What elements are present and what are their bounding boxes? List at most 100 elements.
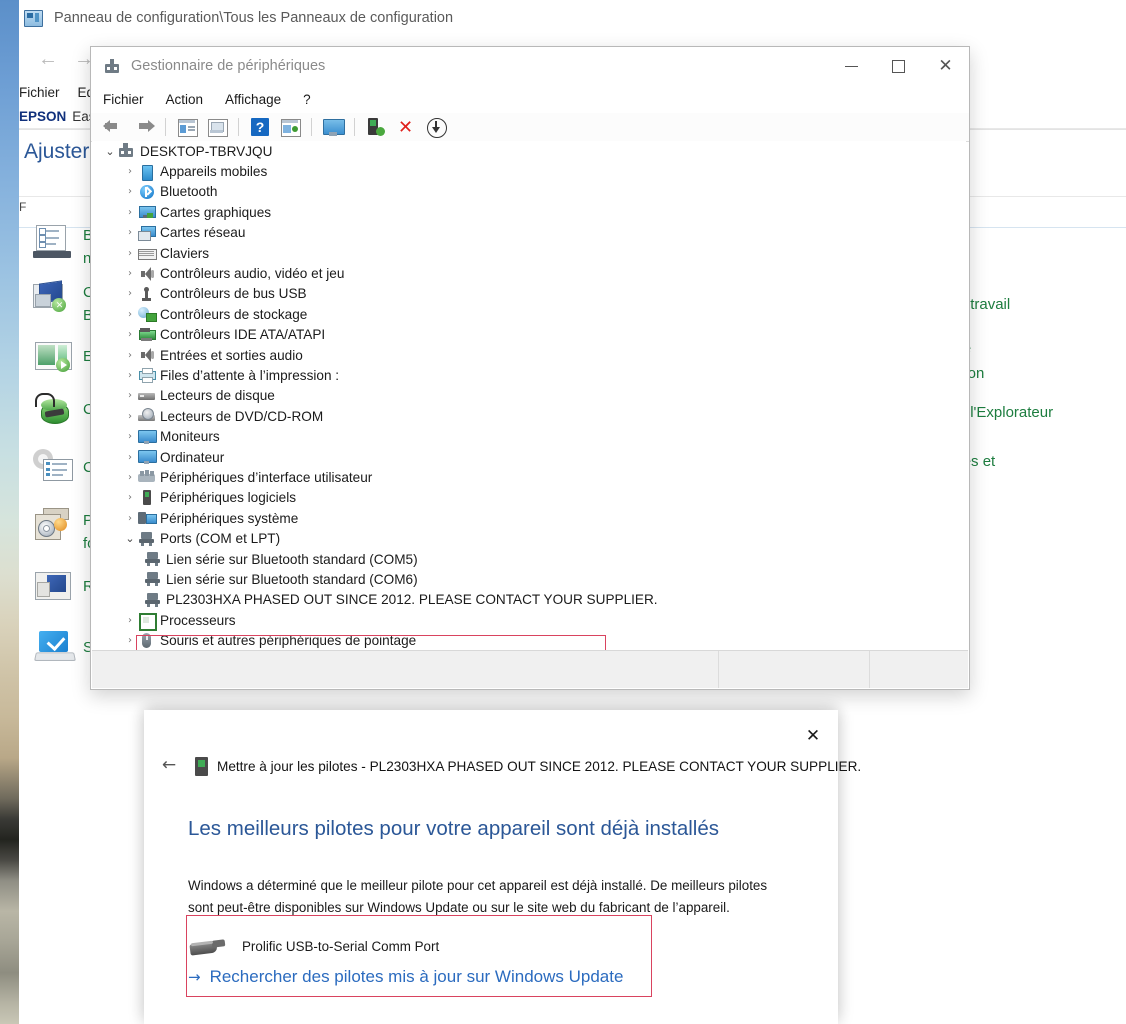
tree-label: Contrôleurs IDE ATA/ATAPI: [160, 327, 326, 343]
tree-label: Files d’attente à l’impression :: [160, 367, 340, 383]
chevron-right-icon[interactable]: ›: [122, 615, 138, 626]
status-pane-3: [870, 651, 968, 688]
port-icon: [138, 531, 155, 547]
tree-row-software-devices[interactable]: › Périphériques logiciels: [92, 488, 966, 508]
chevron-right-icon[interactable]: ›: [122, 492, 138, 503]
help-icon[interactable]: ?: [249, 117, 271, 137]
chevron-right-icon[interactable]: ›: [122, 329, 138, 340]
back-arrow-icon[interactable]: ←: [30, 49, 66, 69]
tree-label: Moniteurs: [160, 429, 220, 445]
tree-row-computers[interactable]: › Ordinateur: [92, 447, 966, 467]
tree-row-bluetooth[interactable]: › Bluetooth: [92, 182, 966, 202]
port-icon: [144, 592, 161, 608]
tree-row-mobile-devices[interactable]: › Appareils mobiles: [92, 161, 966, 181]
dialog-heading: Les meilleurs pilotes pour votre apparei…: [188, 817, 720, 840]
back-arrow-icon[interactable]: ←: [154, 751, 184, 779]
device-tree[interactable]: ⌄ DESKTOP-TBRVJQU › Appareils mobiles › …: [92, 141, 966, 650]
back-arrow-icon[interactable]: [103, 117, 125, 137]
print-icon[interactable]: [206, 117, 228, 137]
tree-row-com5[interactable]: Lien série sur Bluetooth standard (COM5): [92, 549, 966, 569]
device-manager-title: Gestionnaire de périphériques: [131, 58, 326, 74]
usb-icon: [138, 286, 155, 302]
menu-action[interactable]: Action: [166, 92, 204, 107]
tree-row-ide-controllers[interactable]: › Contrôleurs IDE ATA/ATAPI: [92, 325, 966, 345]
chevron-right-icon[interactable]: ›: [122, 288, 138, 299]
update-driver-icon[interactable]: [365, 117, 387, 137]
monitor-icon: [138, 429, 157, 445]
update-driver-dialog: ✕ ← Mettre à jour les pilotes - PL2303HX…: [144, 710, 861, 1024]
power-cable-icon: [35, 393, 75, 431]
tree-row-hid[interactable]: › Périphériques d’interface utilisateur: [92, 467, 966, 487]
chevron-right-icon[interactable]: ›: [122, 513, 138, 524]
menu-help[interactable]: ?: [303, 92, 311, 107]
truncated-left-label: F: [19, 200, 27, 214]
tree-row-disk-drives[interactable]: › Lecteurs de disque: [92, 386, 966, 406]
speaker-icon: [138, 266, 155, 282]
chevron-right-icon[interactable]: ›: [122, 166, 138, 177]
device-manager-window: Gestionnaire de périphériques ✕ Fichier …: [90, 46, 970, 690]
chevron-right-icon[interactable]: ›: [122, 411, 138, 422]
download-icon[interactable]: [425, 117, 447, 138]
port-icon: [144, 571, 161, 587]
tree-row-computer[interactable]: ⌄ DESKTOP-TBRVJQU: [92, 141, 966, 161]
tree-row-monitors[interactable]: › Moniteurs: [92, 426, 966, 446]
chevron-right-icon[interactable]: ›: [122, 431, 138, 442]
menu-fichier[interactable]: Fichier: [103, 92, 144, 107]
tree-row-processors[interactable]: › Processeurs: [92, 610, 966, 632]
uninstall-device-icon[interactable]: ✕: [395, 117, 417, 137]
annotation-box-device-and-link: [186, 915, 652, 997]
chevron-right-icon[interactable]: ›: [122, 227, 138, 238]
properties-icon[interactable]: [176, 117, 198, 137]
toolbar-separator: [354, 118, 355, 136]
tree-row-dvd-drives[interactable]: › Lecteurs de DVD/CD-ROM: [92, 406, 966, 426]
tree-label: Périphériques logiciels: [160, 490, 297, 506]
chevron-right-icon[interactable]: ›: [122, 186, 138, 197]
chevron-right-icon[interactable]: ›: [122, 248, 138, 259]
epson-logo: EPSON: [19, 108, 67, 124]
storage-controller-icon: [138, 306, 157, 323]
chevron-right-icon[interactable]: ›: [122, 472, 138, 483]
scan-hardware-icon[interactable]: [279, 117, 301, 137]
chevron-right-icon[interactable]: ›: [122, 452, 138, 463]
tree-row-audio-controllers[interactable]: › Contrôleurs audio, vidéo et jeu: [92, 263, 966, 283]
maximize-icon[interactable]: [875, 47, 922, 85]
tree-label: Lecteurs de DVD/CD-ROM: [160, 408, 324, 424]
tree-row-print-queues[interactable]: › Files d’attente à l’impression :: [92, 365, 966, 385]
tree-row-pl2303hxa[interactable]: PL2303HXA PHASED OUT SINCE 2012. PLEASE …: [92, 590, 966, 610]
close-icon[interactable]: ✕: [922, 47, 969, 85]
hid-icon: [138, 469, 155, 485]
tree-row-network-adapters[interactable]: › Cartes réseau: [92, 223, 966, 243]
forward-arrow-icon[interactable]: [133, 117, 155, 137]
menu-fichier[interactable]: Fichier: [19, 85, 60, 100]
bluetooth-icon: [138, 184, 155, 200]
chevron-right-icon[interactable]: ›: [122, 390, 138, 401]
tree-label: Appareils mobiles: [160, 164, 268, 180]
tree-row-com6[interactable]: Lien série sur Bluetooth standard (COM6): [92, 569, 966, 589]
tree-row-display-adapters[interactable]: › Cartes graphiques: [92, 202, 966, 222]
tree-label: Ports (COM et LPT): [160, 531, 281, 547]
tree-label: PL2303HXA PHASED OUT SINCE 2012. PLEASE …: [166, 592, 658, 608]
screen-root: Panneau de configuration\Tous les Pannea…: [0, 0, 1126, 1024]
tree-row-usb-controllers[interactable]: › Contrôleurs de bus USB: [92, 284, 966, 304]
tree-row-ports[interactable]: ⌄ Ports (COM et LPT): [92, 528, 966, 548]
display-adapter-icon: [138, 204, 156, 220]
menu-affichage[interactable]: Affichage: [225, 92, 281, 107]
software-device-icon: [138, 489, 155, 506]
chevron-right-icon[interactable]: ›: [122, 370, 138, 381]
tree-row-system-devices[interactable]: › Périphériques système: [92, 508, 966, 528]
chevron-right-icon[interactable]: ›: [122, 309, 138, 320]
chevron-down-icon[interactable]: ⌄: [102, 145, 118, 158]
chevron-right-icon[interactable]: ›: [122, 268, 138, 279]
display-icon[interactable]: [322, 117, 345, 137]
minimize-icon[interactable]: [828, 47, 875, 85]
device-manager-titlebar[interactable]: Gestionnaire de périphériques ✕: [91, 47, 969, 85]
tree-row-keyboards[interactable]: › Claviers: [92, 243, 966, 263]
chevron-right-icon[interactable]: ›: [122, 207, 138, 218]
chevron-right-icon[interactable]: ›: [122, 350, 138, 361]
tree-row-audio-io[interactable]: › Entrées et sorties audio: [92, 345, 966, 365]
chevron-down-icon[interactable]: ⌄: [122, 532, 138, 545]
tree-label: Contrôleurs de bus USB: [160, 286, 307, 302]
toolbar-separator: [238, 118, 239, 136]
tree-row-storage-controllers[interactable]: › Contrôleurs de stockage: [92, 304, 966, 324]
close-icon[interactable]: ✕: [798, 722, 828, 750]
